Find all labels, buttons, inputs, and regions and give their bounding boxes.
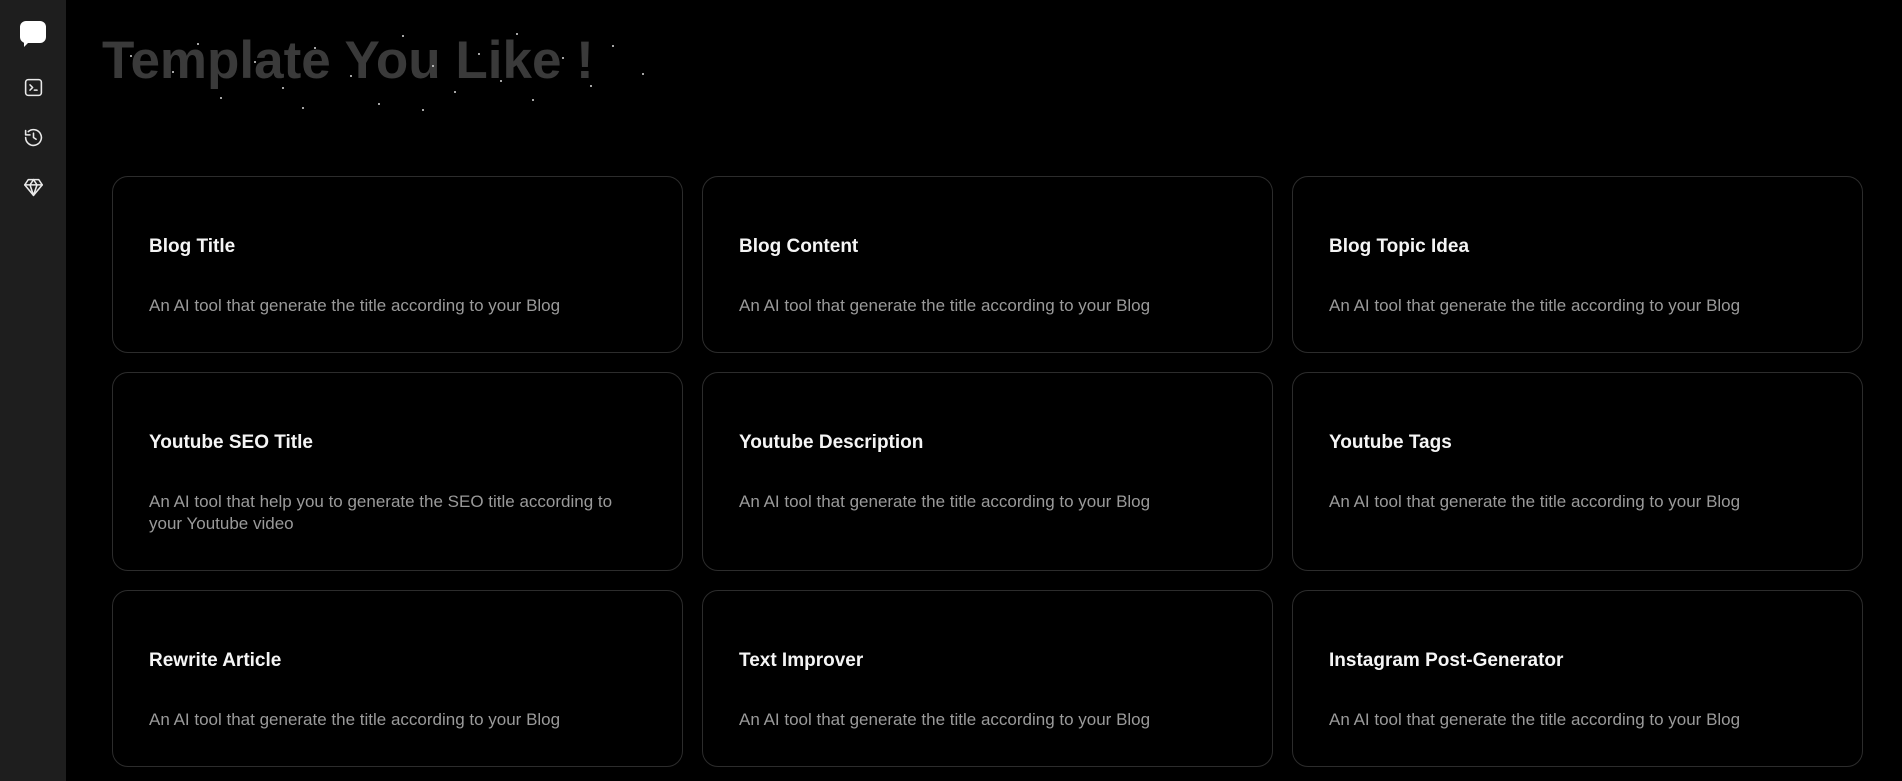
card-title: Blog Topic Idea	[1329, 236, 1470, 257]
template-card-rewrite-article[interactable]: Rewrite Article An AI tool that generate…	[112, 590, 683, 767]
template-card-blog-title[interactable]: Blog Title An AI tool that generate the …	[112, 176, 683, 353]
card-description: An AI tool that generate the title accor…	[739, 492, 1151, 511]
template-card-text-improver[interactable]: Text Improver An AI tool that generate t…	[702, 590, 1273, 767]
template-card-youtube-tags[interactable]: Youtube Tags An AI tool that generate th…	[1292, 372, 1863, 571]
template-card-instagram-post-generator[interactable]: Instagram Post-Generator An AI tool that…	[1292, 590, 1863, 767]
card-title: Instagram Post-Generator	[1329, 650, 1564, 671]
template-card-youtube-description[interactable]: Youtube Description An AI tool that gene…	[702, 372, 1273, 571]
card-title: Youtube Description	[739, 432, 924, 453]
card-title: Youtube SEO Title	[149, 432, 313, 453]
card-description: An AI tool that generate the title accor…	[149, 296, 561, 315]
card-description: An AI tool that help you to generate the…	[149, 492, 613, 533]
card-description: An AI tool that generate the title accor…	[1329, 710, 1741, 729]
chat-logo-icon[interactable]	[20, 21, 46, 47]
template-card-blog-topic-idea[interactable]: Blog Topic Idea An AI tool that generate…	[1292, 176, 1863, 353]
card-title: Rewrite Article	[149, 650, 282, 671]
diamond-icon[interactable]	[17, 171, 49, 203]
template-card-youtube-seo-title[interactable]: Youtube SEO Title An AI tool that help y…	[112, 372, 683, 571]
template-grid: Blog Title An AI tool that generate the …	[112, 176, 1864, 767]
history-icon[interactable]	[17, 121, 49, 153]
template-card-blog-content[interactable]: Blog Content An AI tool that generate th…	[702, 176, 1273, 353]
main-content: Template You Like ! Blog Title An AI too…	[66, 0, 1902, 781]
card-description: An AI tool that generate the title accor…	[739, 710, 1151, 729]
sidebar	[0, 0, 66, 781]
card-description: An AI tool that generate the title accor…	[149, 710, 561, 729]
card-title: Text Improver	[739, 650, 864, 671]
card-title: Youtube Tags	[1329, 432, 1452, 453]
terminal-icon[interactable]	[17, 71, 49, 103]
card-description: An AI tool that generate the title accor…	[1329, 296, 1741, 315]
card-title: Blog Content	[739, 236, 859, 257]
card-title: Blog Title	[149, 236, 236, 257]
page-title: Template You Like !	[102, 31, 594, 90]
card-description: An AI tool that generate the title accor…	[1329, 492, 1741, 511]
card-description: An AI tool that generate the title accor…	[739, 296, 1151, 315]
